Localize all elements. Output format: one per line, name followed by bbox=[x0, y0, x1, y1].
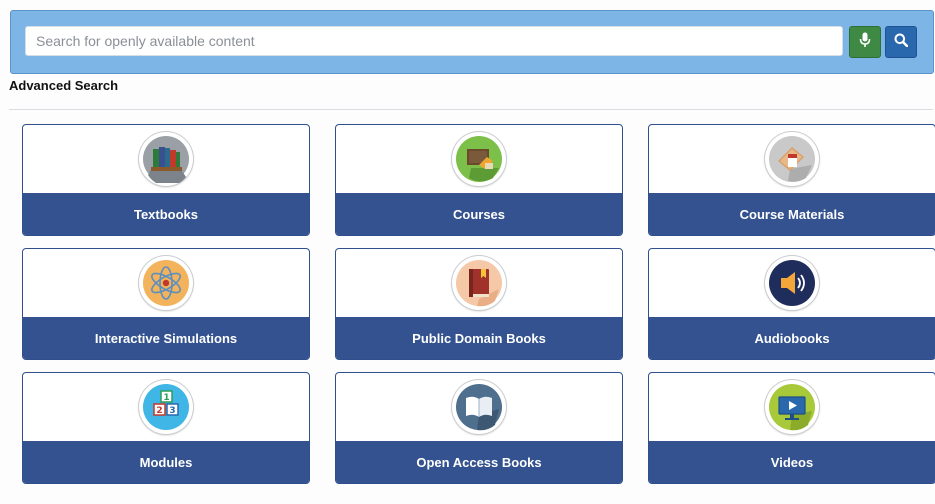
category-card-textbooks[interactable]: Textbooks bbox=[22, 124, 310, 236]
card-label: Course Materials bbox=[739, 206, 845, 222]
search-bar bbox=[10, 10, 934, 74]
video-monitor-icon bbox=[765, 380, 819, 434]
svg-text:1: 1 bbox=[163, 393, 169, 403]
divider bbox=[9, 109, 933, 110]
card-label: Audiobooks bbox=[754, 330, 830, 346]
category-card-open-access-books[interactable]: Open Access Books bbox=[335, 372, 623, 484]
book-icon bbox=[452, 256, 506, 310]
category-card-public-domain-books[interactable]: Public Domain Books bbox=[335, 248, 623, 360]
svg-text:2: 2 bbox=[156, 406, 162, 416]
card-label: Textbooks bbox=[133, 206, 199, 222]
card-band: Videos bbox=[649, 441, 935, 483]
category-card-course-materials[interactable]: Course Materials bbox=[648, 124, 935, 236]
card-label: Open Access Books bbox=[416, 454, 542, 470]
course-materials-icon bbox=[765, 132, 819, 186]
search-icon bbox=[894, 33, 909, 52]
open-book-icon bbox=[452, 380, 506, 434]
card-band: Public Domain Books bbox=[336, 317, 622, 359]
category-card-courses[interactable]: Courses bbox=[335, 124, 623, 236]
advanced-search-link[interactable]: Advanced Search bbox=[9, 78, 118, 93]
card-label: Videos bbox=[770, 454, 814, 470]
card-label: Public Domain Books bbox=[412, 330, 546, 346]
card-band: Courses bbox=[336, 193, 622, 235]
atom-icon bbox=[139, 256, 193, 310]
category-card-interactive-simulations[interactable]: Interactive Simulations bbox=[22, 248, 310, 360]
category-card-modules[interactable]: 1 2 3 Modules bbox=[22, 372, 310, 484]
textbooks-icon bbox=[139, 132, 193, 186]
card-band: Modules bbox=[23, 441, 309, 483]
card-band: Open Access Books bbox=[336, 441, 622, 483]
search-button[interactable] bbox=[885, 26, 917, 58]
blocks-icon: 1 2 3 bbox=[139, 380, 193, 434]
category-card-audiobooks[interactable]: Audiobooks bbox=[648, 248, 935, 360]
card-label: Courses bbox=[452, 206, 506, 222]
card-band: Audiobooks bbox=[649, 317, 935, 359]
card-label: Modules bbox=[139, 454, 193, 470]
voice-search-button[interactable] bbox=[849, 26, 881, 58]
category-card-videos[interactable]: Videos bbox=[648, 372, 935, 484]
card-band: Textbooks bbox=[23, 193, 309, 235]
card-label: Interactive Simulations bbox=[94, 330, 238, 346]
card-band: Course Materials bbox=[649, 193, 935, 235]
speaker-icon bbox=[765, 256, 819, 310]
card-band: Interactive Simulations bbox=[23, 317, 309, 359]
courses-icon bbox=[452, 132, 506, 186]
microphone-icon bbox=[859, 32, 871, 53]
svg-text:3: 3 bbox=[169, 406, 175, 416]
search-input[interactable] bbox=[25, 26, 843, 56]
